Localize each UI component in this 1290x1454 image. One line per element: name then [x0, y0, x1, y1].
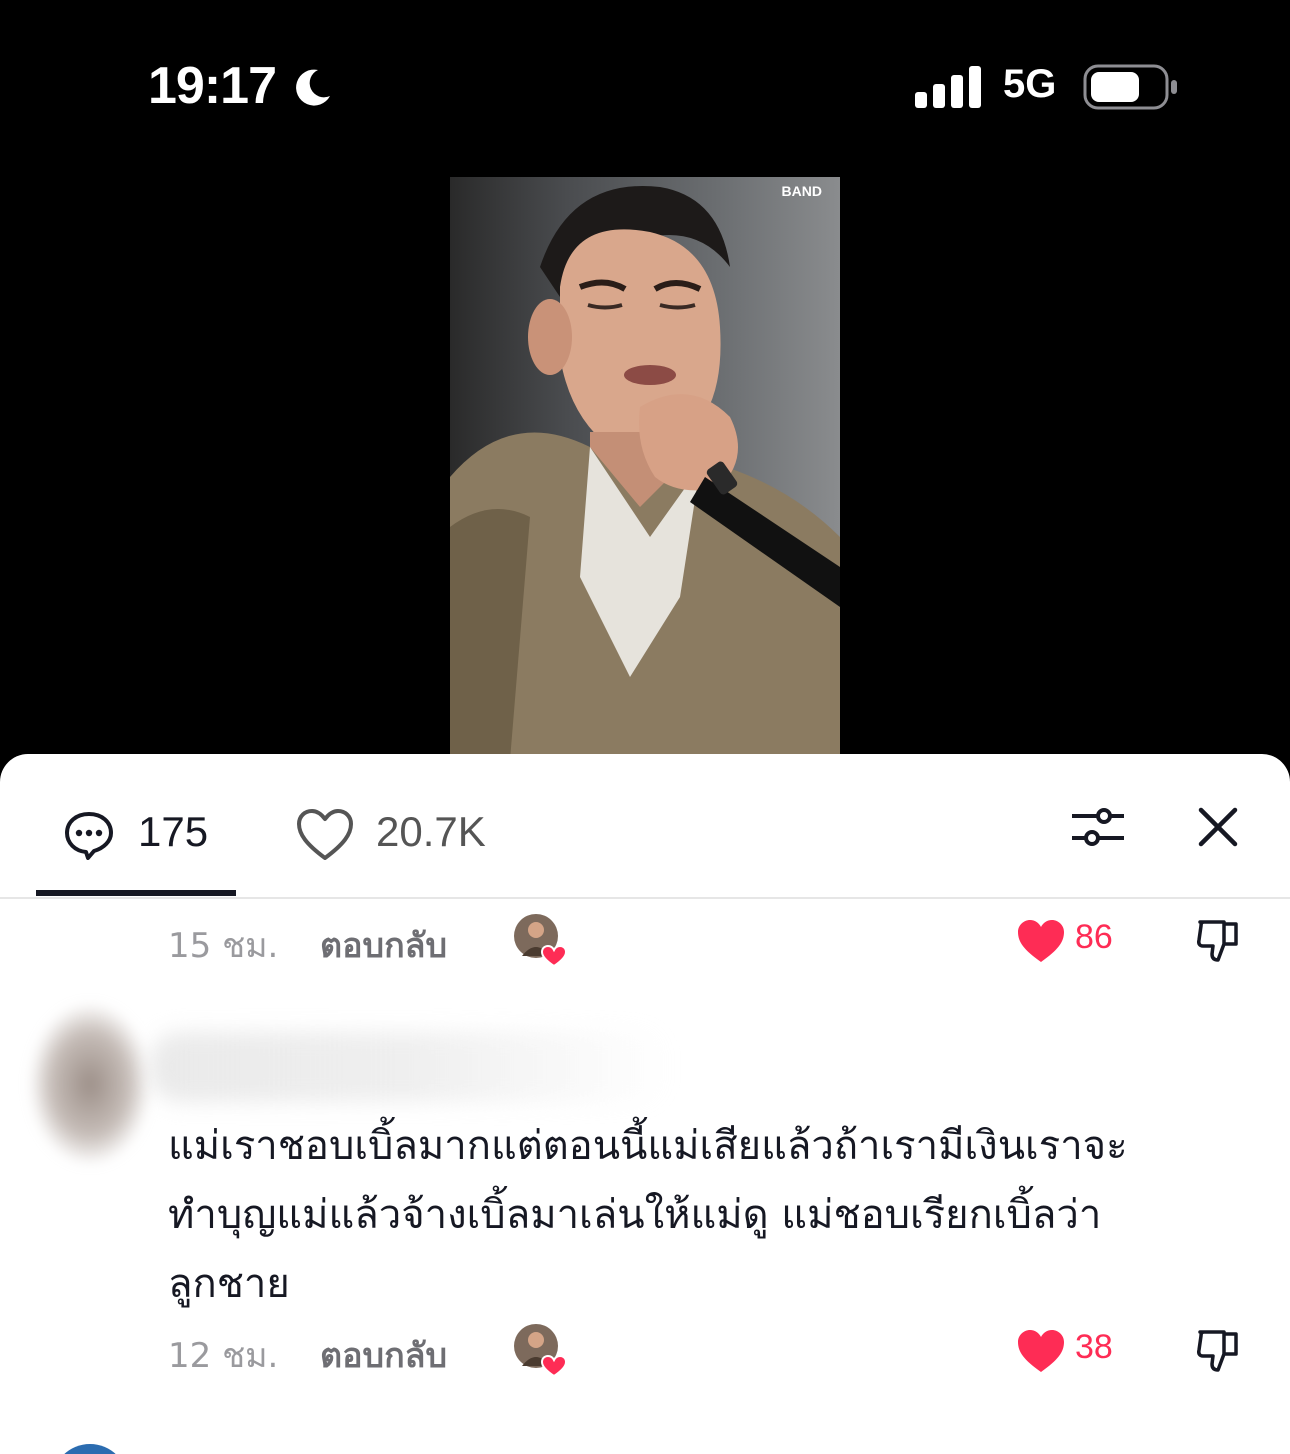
commenter-name-blurred[interactable] — [150, 1032, 670, 1102]
dislike-icon[interactable] — [1196, 1328, 1240, 1374]
status-time: 19:17 — [148, 57, 277, 115]
reply-button[interactable]: ตอบกลับ — [320, 918, 447, 972]
likes-count: 20.7K — [376, 808, 486, 855]
comments-sheet: 175 20.7K 15 ชม. ตอบกลับ 86 แม่เราชอบเบิ… — [0, 754, 1290, 1454]
moon-icon — [296, 69, 330, 106]
creator-liked-avatar — [514, 914, 568, 968]
video-thumbnail[interactable]: BAND — [450, 177, 840, 760]
heart-outline-icon — [297, 809, 353, 860]
network-type: 5G — [1003, 62, 1057, 106]
like-heart-icon[interactable] — [1016, 918, 1066, 964]
comments-tab-bar: 175 20.7K — [0, 754, 1290, 899]
comment-text: แม่เราชอบเบิ้ลมากแต่ตอนนี้แม่เสียแล้วถ้า… — [168, 1123, 1128, 1307]
creator-liked-avatar — [514, 1324, 568, 1378]
status-bar: 19:17 5G — [0, 0, 1290, 160]
comment-like-count: 86 — [1075, 918, 1113, 956]
singer-illustration — [450, 186, 840, 760]
comment-meta-row: 12 ชม. ตอบกลับ 38 — [0, 1322, 1290, 1382]
battery-icon — [1083, 64, 1177, 110]
comments-count: 175 — [138, 808, 209, 855]
next-commenter-avatar[interactable] — [52, 1444, 128, 1454]
commenter-avatar-blurred[interactable] — [30, 1004, 150, 1164]
comment-meta-row: 15 ชม. ตอบกลับ 86 — [0, 912, 1290, 972]
reply-button[interactable]: ตอบกลับ — [320, 1328, 447, 1382]
tab-comments[interactable]: 175 — [36, 794, 236, 894]
comment-like-count: 38 — [1075, 1328, 1113, 1366]
dislike-icon[interactable] — [1196, 918, 1240, 964]
comment-icon — [65, 812, 113, 860]
comment-time: 12 ชม. — [168, 1336, 279, 1376]
close-icon[interactable] — [1195, 804, 1241, 850]
video-watermark: BAND — [781, 183, 822, 199]
filter-icon[interactable] — [1070, 804, 1126, 850]
signal-icon — [915, 66, 981, 108]
active-tab-indicator — [36, 890, 236, 896]
video-player[interactable]: BAND — [0, 160, 1290, 760]
comment-time: 15 ชม. — [168, 926, 279, 966]
like-heart-icon[interactable] — [1016, 1328, 1066, 1374]
tab-likes[interactable]: 20.7K — [296, 794, 516, 874]
